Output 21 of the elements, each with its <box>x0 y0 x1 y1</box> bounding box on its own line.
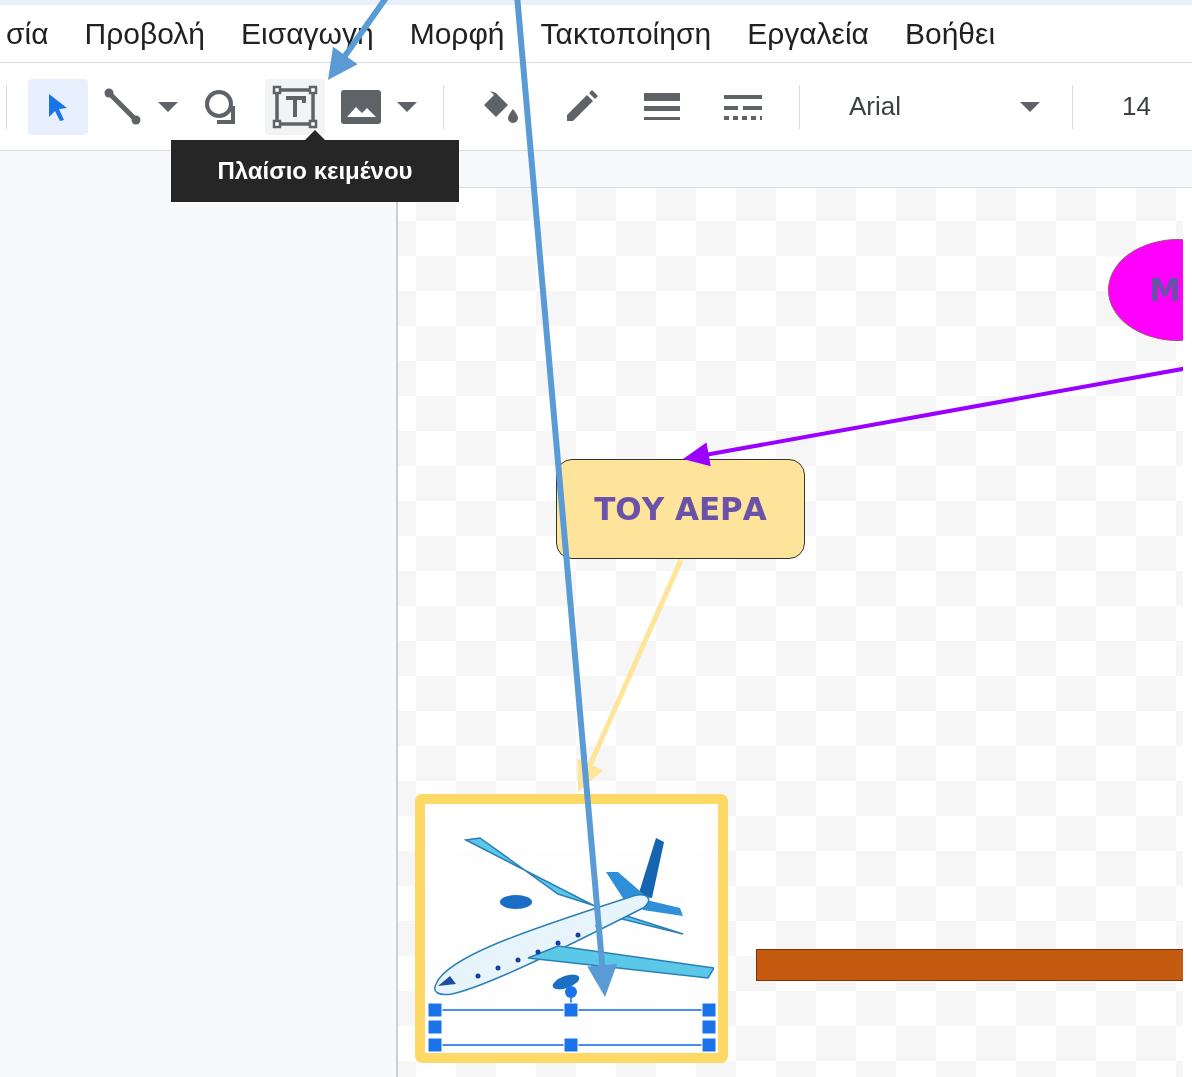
tooltip: Πλαίσιο κειμένου <box>171 130 459 202</box>
line-icon <box>103 86 143 127</box>
menu-item[interactable]: Μορφή <box>409 16 505 51</box>
select-tool-button[interactable] <box>28 78 88 135</box>
caret-icon[interactable] <box>396 100 418 113</box>
line-weight-icon <box>643 91 681 122</box>
line-dash-icon <box>723 92 763 121</box>
caret-icon[interactable] <box>1019 100 1041 113</box>
caret-icon[interactable] <box>157 100 179 113</box>
menu-item[interactable]: Προβολή <box>84 16 205 51</box>
menu-item[interactable]: Τακτοποίηση <box>540 16 712 51</box>
font-dropdown[interactable]: Arial <box>821 78 1051 135</box>
selection-handles[interactable] <box>428 986 716 1052</box>
text-box-icon <box>272 84 318 129</box>
rounded-box: ΤΟΥ ΑΕΡΑ <box>556 459 805 559</box>
menu-item[interactable]: Βοήθει <box>904 16 996 51</box>
menu-item[interactable]: Εργαλεία <box>747 16 869 51</box>
image-icon <box>340 88 382 125</box>
font-size-field[interactable]: 14 <box>1094 91 1173 122</box>
menu-item[interactable]: σία <box>6 16 49 51</box>
shape-label: M <box>1149 271 1181 309</box>
